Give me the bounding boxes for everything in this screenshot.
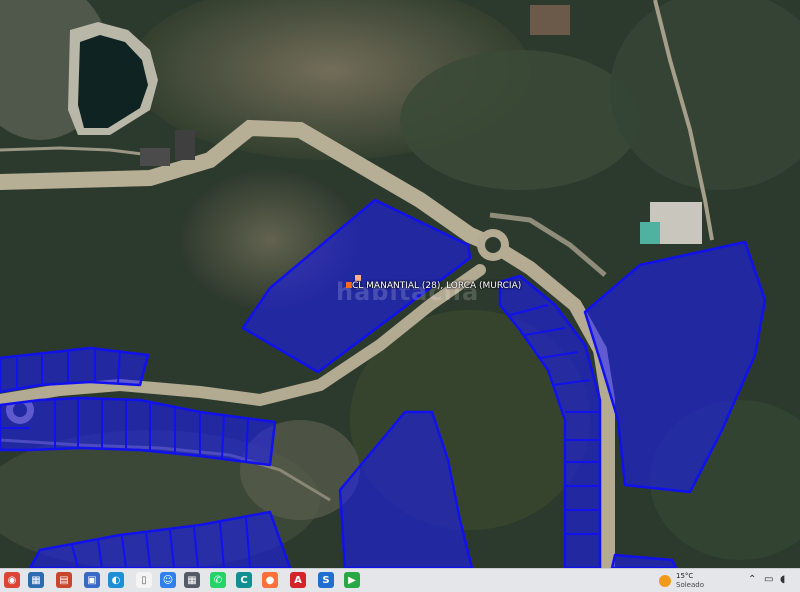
terrain-patch: [400, 50, 640, 190]
acrobat-icon[interactable]: A: [290, 572, 306, 588]
edge-icon[interactable]: ◐: [108, 572, 124, 588]
file-icon[interactable]: ▯: [136, 572, 152, 588]
finder-icon[interactable]: ☺: [160, 572, 176, 588]
weather-temperature: 15°C: [676, 572, 694, 580]
building: [175, 130, 195, 160]
slides-icon[interactable]: ▤: [56, 572, 72, 588]
building: [530, 5, 570, 35]
roundabout: [485, 237, 501, 253]
weather-condition: Soleado: [676, 581, 704, 589]
building: [640, 222, 660, 244]
network-icon[interactable]: ▭: [764, 574, 773, 585]
calendar-icon[interactable]: ▦: [28, 572, 44, 588]
app-icon[interactable]: C: [236, 572, 252, 588]
sun-icon: [659, 575, 671, 587]
app3-icon[interactable]: ▶: [344, 572, 360, 588]
building: [140, 148, 170, 166]
app2-icon[interactable]: S: [318, 572, 334, 588]
chevron-up-icon[interactable]: ⌃: [748, 574, 756, 585]
firefox-icon[interactable]: ●: [262, 572, 278, 588]
volume-icon[interactable]: ◖: [780, 574, 785, 585]
store-icon[interactable]: ▦: [184, 572, 200, 588]
taskbar: ◉ ▦ ▤ ▣ ◐ ▯ ☺ ▦ ✆ C ● A S ▶ 15°C Soleado ⌃ ▭ ◖: [0, 568, 800, 592]
plot-address-label: CL MANANTIAL (28), LORCA (MURCIA): [352, 281, 522, 291]
whatsapp-icon[interactable]: ✆: [210, 572, 226, 588]
teams-icon[interactable]: ▣: [84, 572, 100, 588]
weather-widget[interactable]: 15°C Soleado: [659, 572, 704, 590]
chrome-icon[interactable]: ◉: [4, 572, 20, 588]
satellite-map[interactable]: habitaclia CL MANANTIAL (28), LORCA (MUR…: [0, 0, 800, 568]
